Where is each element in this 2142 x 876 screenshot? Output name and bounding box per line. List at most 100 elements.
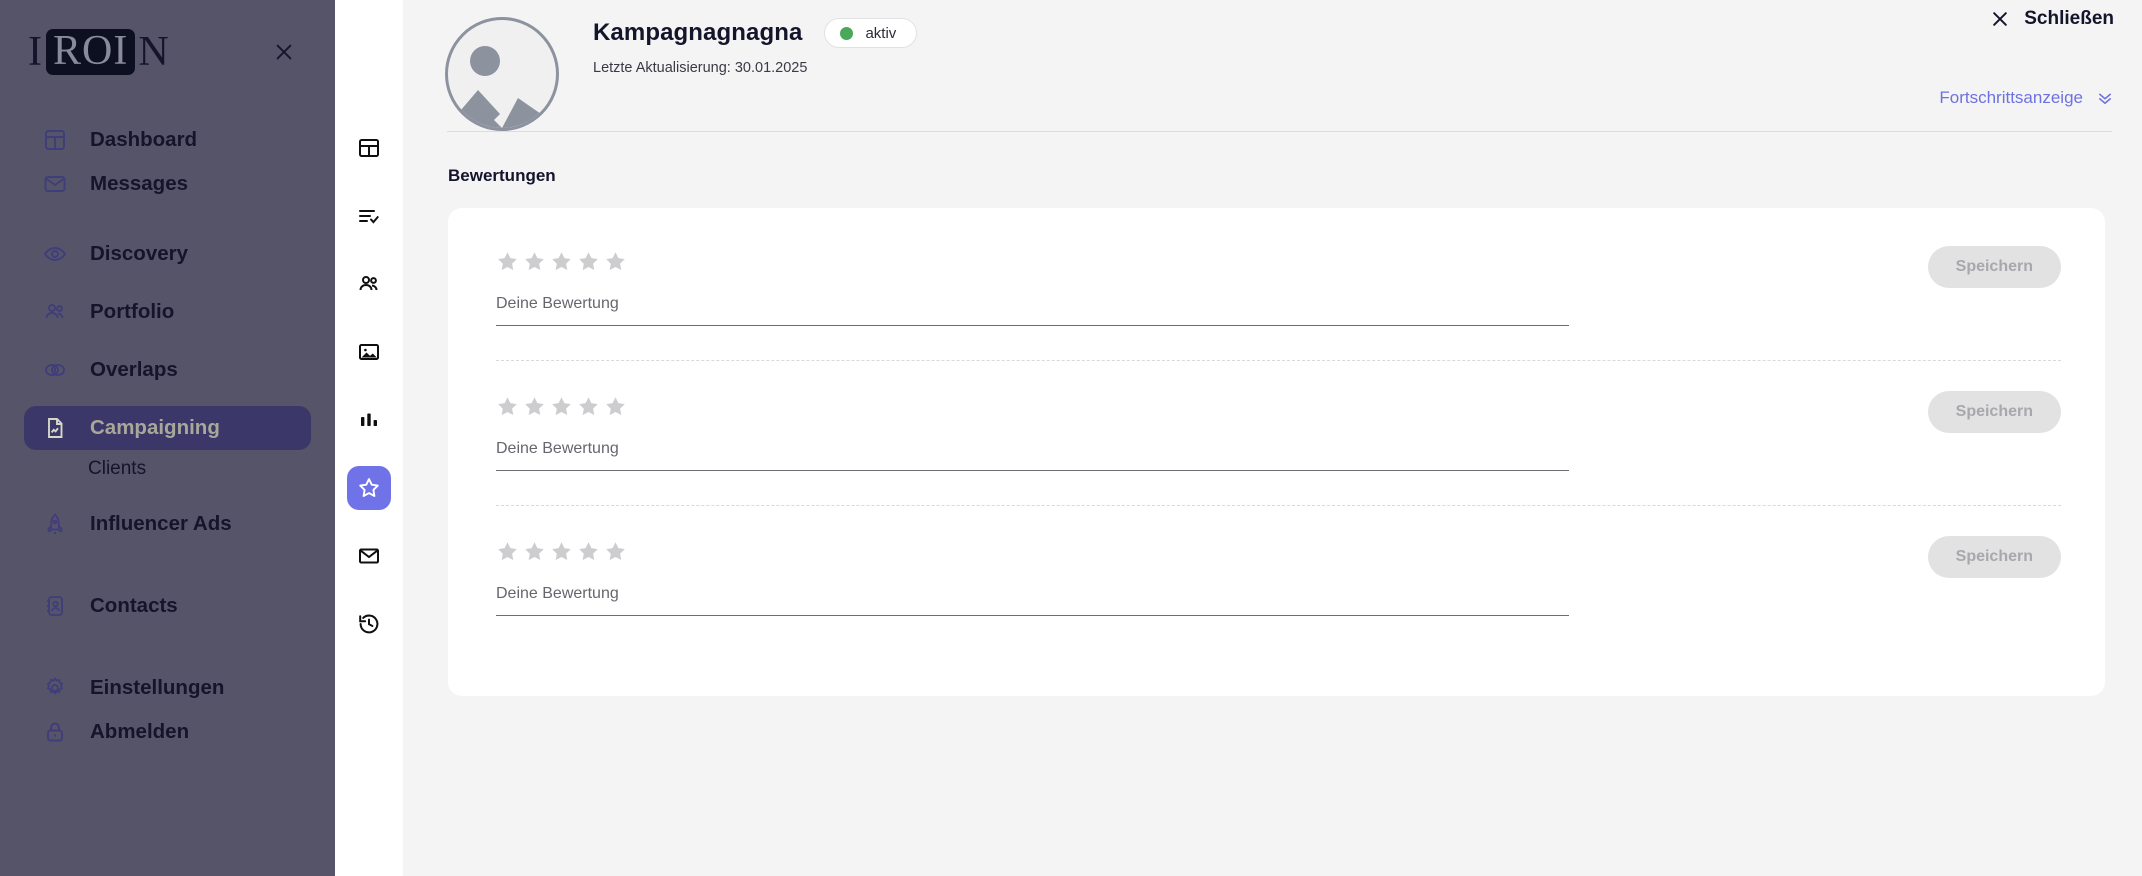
rating-row-content — [448, 506, 2105, 616]
save-button[interactable]: Speichern — [1927, 246, 2061, 288]
campaign-title-block: Kampagnagnagna aktiv Letzte Aktualisieru… — [559, 14, 918, 76]
close-button[interactable]: Schließen — [1990, 8, 2114, 30]
main-sidebar: I ROI N Dashboard Messages Discovery Por… — [0, 0, 335, 876]
star-icon[interactable] — [577, 250, 600, 273]
main-content: Kampagnagnagna aktiv Letzte Aktualisieru… — [403, 0, 2142, 876]
ratings-card: Speichern Speichern — [448, 208, 2105, 696]
sidebar-item-discovery[interactable]: Discovery — [24, 232, 311, 276]
star-icon — [357, 476, 381, 500]
history-icon — [357, 612, 381, 636]
star-icon[interactable] — [523, 250, 546, 273]
people-icon — [42, 299, 68, 325]
people-icon — [357, 272, 381, 296]
layout-icon — [357, 136, 381, 160]
sidebar-item-contacts[interactable]: Contacts — [24, 584, 311, 628]
star-icon[interactable] — [523, 395, 546, 418]
sidebar-item-influencer-ads[interactable]: Influencer Ads — [24, 502, 311, 546]
sidebar-item-label: Messages — [90, 172, 189, 195]
logo-suffix: N — [138, 29, 170, 75]
sidebar-item-campaigning[interactable]: Campaigning — [24, 406, 311, 450]
star-icon[interactable] — [550, 540, 573, 563]
contact-card-icon — [42, 593, 68, 619]
rating-input-wrapper — [496, 440, 1569, 471]
star-icon[interactable] — [604, 250, 627, 273]
campaign-header: Kampagnagnagna aktiv Letzte Aktualisieru… — [403, 0, 2142, 134]
star-icon[interactable] — [496, 395, 519, 418]
rating-row-content — [448, 216, 2105, 326]
rating-row: Speichern — [448, 216, 2105, 326]
dashboard-icon — [42, 127, 68, 153]
star-icon[interactable] — [577, 395, 600, 418]
progress-toggle[interactable]: Fortschrittsanzeige — [1939, 88, 2114, 108]
sidebar-item-einstellungen[interactable]: Einstellungen — [24, 666, 311, 710]
sidebar-item-label: Einstellungen — [90, 676, 225, 699]
rail-item-layout[interactable] — [347, 126, 391, 170]
rating-input[interactable] — [496, 440, 1569, 458]
sidebar-item-overlaps[interactable]: Overlaps — [24, 348, 311, 392]
sidebar-item-label: Overlaps — [90, 358, 178, 381]
app-logo: I ROI N — [28, 29, 170, 75]
lock-icon — [42, 719, 68, 745]
image-icon — [357, 340, 381, 364]
rail-item-ratings[interactable] — [347, 466, 391, 510]
rail-item-media[interactable] — [347, 330, 391, 374]
icon-rail — [335, 0, 403, 876]
sidebar-item-label: Campaigning — [90, 416, 220, 439]
avatar — [445, 17, 559, 131]
rail-item-mail[interactable] — [347, 534, 391, 578]
rail-item-history[interactable] — [347, 602, 391, 646]
bar-chart-icon — [357, 408, 381, 432]
sidebar-item-messages[interactable]: Messages — [24, 162, 311, 206]
status-badge: aktiv — [824, 18, 918, 48]
star-icon[interactable] — [496, 250, 519, 273]
sidebar-item-label: Influencer Ads — [90, 512, 232, 535]
star-rating[interactable] — [496, 395, 2105, 418]
header-divider — [447, 131, 2112, 132]
rating-input[interactable] — [496, 295, 1569, 313]
campaign-title-row: Kampagnagnagna aktiv — [593, 18, 918, 48]
rating-input[interactable] — [496, 585, 1569, 603]
sidebar-item-label: Contacts — [90, 594, 178, 617]
sidebar-item-label: Portfolio — [90, 300, 175, 323]
sidebar-nav: Dashboard Messages Discovery Portfolio O… — [0, 104, 335, 754]
sidebar-item-portfolio[interactable]: Portfolio — [24, 290, 311, 334]
rail-item-people[interactable] — [347, 262, 391, 306]
status-dot-icon — [840, 26, 854, 40]
star-rating[interactable] — [496, 250, 2105, 273]
logo-prefix: I — [28, 29, 43, 75]
list-check-icon — [357, 204, 381, 228]
sidebar-item-label: Dashboard — [90, 128, 198, 151]
star-icon[interactable] — [550, 395, 573, 418]
star-rating[interactable] — [496, 540, 2105, 563]
star-icon[interactable] — [550, 250, 573, 273]
last-updated-text: Letzte Aktualisierung: 30.01.2025 — [593, 60, 808, 76]
overlap-circles-icon — [42, 357, 68, 383]
eye-icon — [42, 241, 68, 267]
gear-icon — [42, 675, 68, 701]
rating-row: Speichern — [448, 506, 2105, 616]
campaign-header-inner: Kampagnagnagna aktiv Letzte Aktualisieru… — [403, 0, 2142, 131]
star-icon[interactable] — [604, 395, 627, 418]
chevron-double-down-icon — [2096, 89, 2114, 107]
sidebar-close-icon[interactable] — [267, 35, 301, 69]
sidebar-item-abmelden[interactable]: Abmelden — [24, 710, 311, 754]
star-icon[interactable] — [577, 540, 600, 563]
sidebar-subitem-clients[interactable]: Clients — [0, 450, 335, 488]
section-title-bewertungen: Bewertungen — [448, 166, 556, 185]
rating-row: Speichern — [448, 361, 2105, 471]
rail-item-tasks[interactable] — [347, 194, 391, 238]
rail-item-statistics[interactable] — [347, 398, 391, 442]
sidebar-header: I ROI N — [0, 0, 335, 104]
star-icon[interactable] — [604, 540, 627, 563]
progress-toggle-label: Fortschrittsanzeige — [1939, 88, 2083, 107]
star-icon[interactable] — [523, 540, 546, 563]
rating-input-wrapper — [496, 585, 1569, 616]
save-button[interactable]: Speichern — [1927, 536, 2061, 578]
save-button[interactable]: Speichern — [1927, 391, 2061, 433]
star-icon[interactable] — [496, 540, 519, 563]
sidebar-item-dashboard[interactable]: Dashboard — [24, 118, 311, 162]
